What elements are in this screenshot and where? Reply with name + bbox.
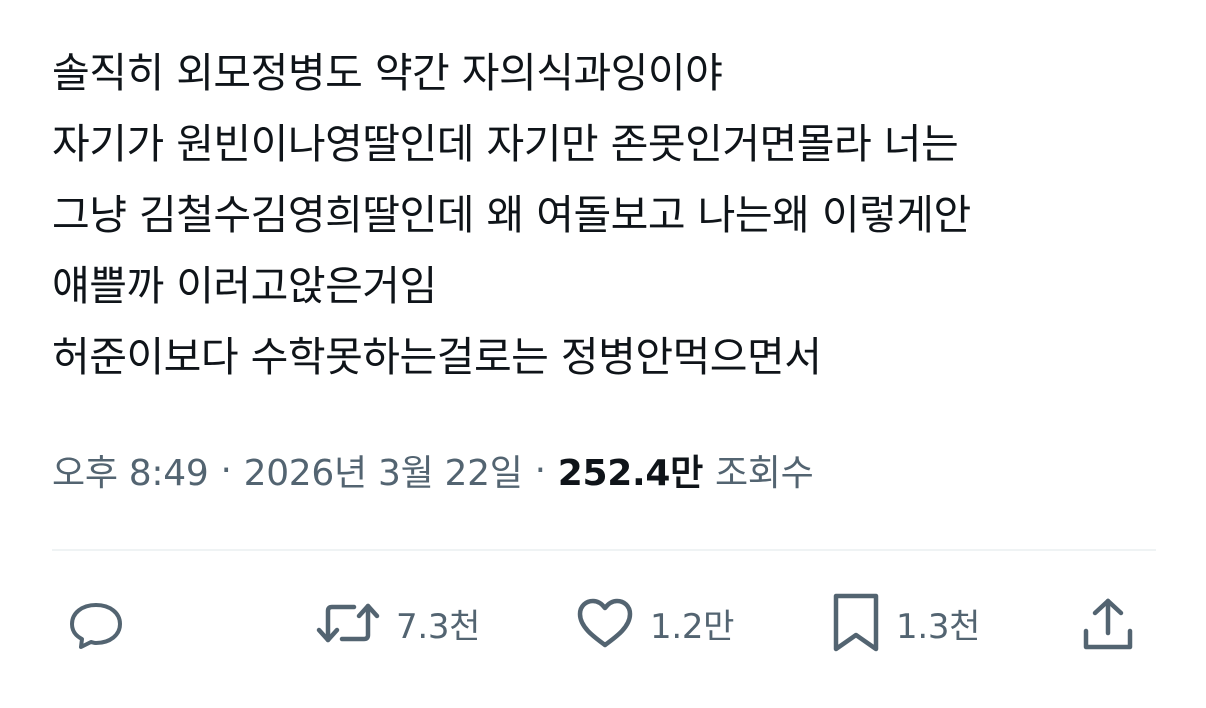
tweet-text-line: 허준이보다 수학못하는걸로는 정병안먹으면서 — [52, 333, 822, 381]
views-count[interactable]: 252.4만 — [558, 444, 704, 496]
meta-separator: · — [220, 449, 232, 491]
like-button[interactable]: 1.2만 — [574, 588, 734, 658]
tweet-text-line: 그냥 김철수김영희딸인데 왜 여돌보고 나는왜 이렇게안 — [52, 191, 971, 239]
bookmark-button[interactable]: 1.3천 — [830, 588, 980, 658]
reply-button[interactable] — [66, 588, 126, 658]
tweet-text-line: 솔직히 외모정병도 약간 자의식과잉이야 — [52, 49, 723, 97]
meta-separator: · — [534, 449, 546, 491]
retweet-button[interactable]: 7.3천 — [314, 588, 480, 658]
share-icon — [1080, 593, 1136, 653]
heart-icon — [574, 593, 636, 653]
retweet-count: 7.3천 — [396, 606, 481, 647]
like-count: 1.2만 — [650, 606, 735, 647]
bookmark-count: 1.3천 — [896, 606, 981, 647]
tweet-metadata: 오후 8:49 · 2026년 3월 22일 · 252.4만 조회수 — [52, 440, 814, 500]
divider — [52, 549, 1156, 551]
bookmark-icon — [830, 591, 882, 655]
tweet-text-line: 자기가 원빈이나영딸인데 자기만 존못인거면몰라 너는 — [52, 120, 959, 168]
tweet-text: 솔직히 외모정병도 약간 자의식과잉이야 자기가 원빈이나영딸인데 자기만 존못… — [52, 38, 1162, 393]
tweet-time-link[interactable]: 오후 8:49 — [52, 444, 209, 496]
tweet-text-line: 얘쁠까 이러고앉은거임 — [52, 262, 437, 310]
action-bar: 7.3천 1.2만 1.3천 — [0, 588, 1206, 658]
views-label: 조회수 — [714, 453, 814, 494]
retweet-icon — [314, 593, 382, 653]
reply-icon — [66, 593, 126, 653]
share-button[interactable] — [1080, 588, 1136, 658]
tweet-date-link[interactable]: 2026년 3월 22일 — [244, 444, 523, 496]
